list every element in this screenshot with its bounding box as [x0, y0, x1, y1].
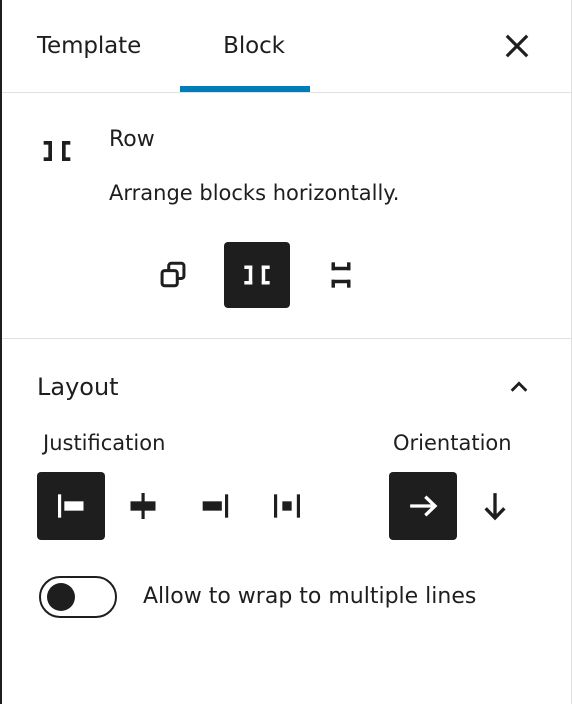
- layout-panel-body: Justification Orientation Allow to wrap …: [2, 431, 571, 618]
- row-icon: [37, 131, 83, 171]
- tab-block[interactable]: Block: [205, 0, 303, 92]
- toggle-knob: [47, 582, 75, 611]
- chevron-up-icon: [501, 369, 537, 405]
- group-icon: [154, 256, 192, 294]
- close-icon: [499, 28, 535, 64]
- row-icon: [238, 256, 276, 294]
- layout-controls-row: Justification Orientation: [37, 431, 536, 540]
- wrap-toggle-row: Allow to wrap to multiple lines: [37, 575, 536, 618]
- justify-right-button[interactable]: [181, 472, 249, 540]
- block-card-text: Row Arrange blocks horizontally.: [109, 127, 399, 208]
- orientation-horizontal-button[interactable]: [389, 471, 457, 540]
- sidebar-tabs-header: Template Block: [2, 0, 571, 93]
- tab-template[interactable]: Template: [19, 0, 159, 92]
- orientation-button-group: [389, 471, 536, 540]
- orientation-vertical-button[interactable]: [461, 472, 529, 540]
- stack-icon: [322, 256, 360, 294]
- variation-stack-button[interactable]: [308, 242, 374, 308]
- justify-left-button[interactable]: [37, 471, 105, 540]
- variation-row-button[interactable]: [224, 241, 290, 308]
- justify-space-between-icon: [267, 486, 307, 526]
- justify-space-between-button[interactable]: [253, 472, 321, 540]
- orientation-control: Orientation: [389, 431, 536, 540]
- allow-wrap-label: Allow to wrap to multiple lines: [143, 583, 477, 609]
- panel-title: Layout: [37, 372, 119, 401]
- layout-panel-toggle[interactable]: Layout: [2, 339, 571, 431]
- justification-control: Justification: [37, 431, 389, 540]
- block-settings-sidebar: Template Block Row Arrange blocks horizo…: [0, 0, 572, 704]
- justification-label: Justification: [43, 430, 166, 455]
- orientation-label: Orientation: [393, 430, 512, 455]
- active-tab-indicator: [180, 86, 310, 92]
- block-card-header: Row Arrange blocks horizontally.: [26, 127, 547, 208]
- layout-panel: Layout Justification Orientation Allow t…: [2, 339, 571, 704]
- block-card: Row Arrange blocks horizontally.: [2, 93, 571, 339]
- justify-center-icon: [123, 486, 163, 526]
- variation-group-button[interactable]: [140, 242, 206, 308]
- close-settings-button[interactable]: [497, 26, 537, 66]
- block-description: Arrange blocks horizontally.: [109, 181, 400, 206]
- arrow-right-icon: [403, 486, 443, 526]
- justify-center-button[interactable]: [109, 472, 177, 540]
- allow-wrap-toggle[interactable]: [39, 575, 117, 618]
- arrow-down-icon: [475, 486, 515, 526]
- block-title: Row: [109, 127, 155, 152]
- justification-button-group: [37, 471, 389, 540]
- justify-right-icon: [195, 486, 235, 526]
- justify-left-icon: [51, 486, 91, 526]
- block-variation-picker: [140, 241, 547, 308]
